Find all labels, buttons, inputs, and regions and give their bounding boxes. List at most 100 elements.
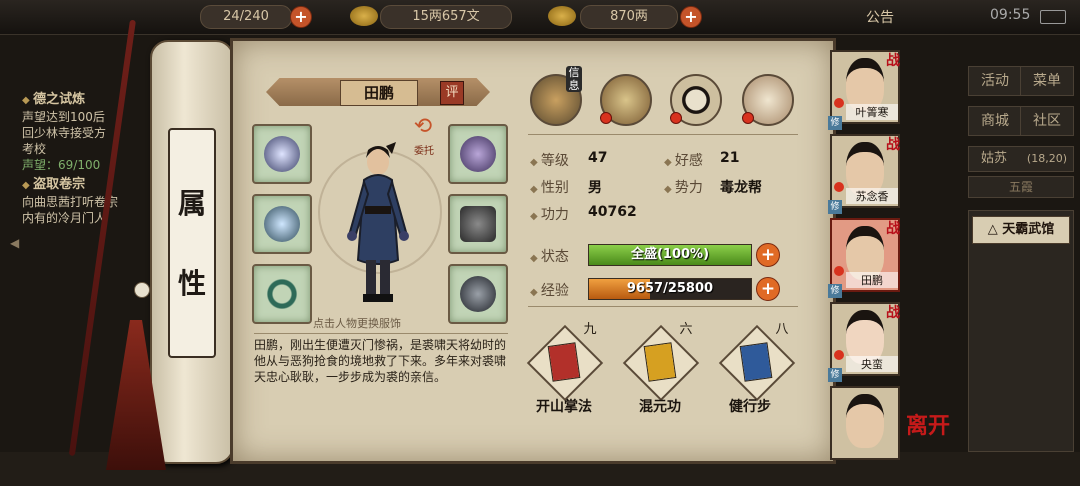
notice-button[interactable]: 公告 <box>866 7 894 27</box>
skill-level: 八 <box>775 322 789 337</box>
activity-button[interactable]: 活动 <box>968 66 1022 96</box>
shop-button[interactable]: 商城 <box>968 106 1022 136</box>
copper-value: 15两657文 <box>412 9 480 24</box>
region-display: 五霞 <box>968 176 1074 198</box>
progress-value: 69/100 <box>58 158 101 172</box>
party-name: 叶箐寒 <box>846 104 898 120</box>
notify-dot <box>742 112 754 124</box>
pendant-icon <box>460 276 496 312</box>
copper-display: 15两657文 <box>380 5 512 29</box>
silver-ingot-icon <box>548 6 576 26</box>
portrait <box>846 394 884 448</box>
top-bar <box>0 0 1080 35</box>
party-card[interactable] <box>830 386 900 460</box>
power-label: 功力 <box>530 204 569 224</box>
add-stamina-button[interactable]: + <box>290 6 312 28</box>
skill-level: 六 <box>679 322 693 337</box>
state-value: 全盛(100%) <box>630 247 710 262</box>
location-name: 姑苏 <box>981 151 1008 166</box>
notify-dot <box>834 182 844 192</box>
add-silver-button[interactable]: + <box>680 6 702 28</box>
exp-value: 9657/25800 <box>626 281 714 296</box>
favor-value: 21 <box>720 150 740 166</box>
notify-dot <box>600 112 612 124</box>
party-card[interactable]: 战 苏念香 修 <box>828 134 900 214</box>
place-panel <box>968 210 1074 452</box>
place-button[interactable]: △ 天霸武馆 <box>972 216 1070 244</box>
menu-button[interactable]: 菜单 <box>1020 66 1074 96</box>
silver-display: 870两 <box>580 5 678 29</box>
divider <box>528 306 798 307</box>
info-badge: 信息 <box>566 66 582 92</box>
kaishan-book-icon <box>547 342 581 382</box>
exp-bar: 9657/25800 <box>588 278 752 300</box>
battle-mark: 战 <box>886 137 900 153</box>
trust-icon[interactable]: ⟲ <box>408 114 438 142</box>
attribute-tab[interactable]: 属 性 <box>168 128 216 358</box>
notify-dot <box>834 98 844 108</box>
location-display: 姑苏 (18,20) <box>968 146 1074 172</box>
skill-name: 开山掌法 <box>536 399 592 415</box>
battle-mark: 战 <box>886 221 900 237</box>
quest-line: 声望达到100后 <box>22 110 105 124</box>
party-card[interactable]: 战 央蛮 修 <box>828 302 900 382</box>
character-name: 田鹏 <box>340 80 418 106</box>
community-button[interactable]: 社区 <box>1020 106 1074 136</box>
stamina-value: 24/240 <box>223 9 269 24</box>
favor-label: 好感 <box>664 150 703 170</box>
skill-level: 九 <box>583 322 597 337</box>
trust-label: 委托 <box>414 146 434 157</box>
notify-dot <box>834 350 844 360</box>
add-exp-button[interactable]: + <box>756 277 780 301</box>
level-value: 47 <box>588 150 608 166</box>
quest-line: 回少林寺接受方 <box>22 126 107 140</box>
quest-title: 盗取卷宗 <box>22 177 162 194</box>
quest-line: 考校 <box>22 142 47 156</box>
state-label: 状态 <box>530 246 569 266</box>
tab-char: 属 <box>177 187 206 220</box>
power-value: 40762 <box>588 204 637 220</box>
restore-state-button[interactable]: + <box>756 243 780 267</box>
equip-slot-gloves[interactable] <box>252 124 312 184</box>
book-cover <box>548 343 580 381</box>
rate-button[interactable]: 评 <box>440 81 464 105</box>
train-badge: 修 <box>828 116 842 130</box>
leave-button[interactable]: 离开 <box>906 408 950 440</box>
tab-char: 性 <box>177 267 206 300</box>
equip-slot-bracers[interactable] <box>252 194 312 254</box>
ring-icon <box>264 276 300 312</box>
bracers-icon <box>264 206 300 242</box>
quest-line: 内有的冷月门人 <box>22 211 107 225</box>
train-badge: 修 <box>828 368 842 382</box>
gender-value: 男 <box>588 180 602 196</box>
battle-mark: 战 <box>886 53 900 69</box>
gender-label: 性别 <box>530 177 569 197</box>
place-icon: △ <box>987 222 1003 237</box>
level-label: 等级 <box>530 150 569 170</box>
progress-label: 声望： <box>22 158 59 172</box>
location-coords: (18,20) <box>1026 152 1067 165</box>
party-name: 苏念香 <box>846 188 898 204</box>
quest-line: 向曲思茜打听卷宗 <box>22 195 119 209</box>
notify-dot <box>834 266 844 276</box>
equip-slot-belt[interactable] <box>448 124 508 184</box>
notify-dot <box>670 112 682 124</box>
place-label: 天霸武馆 <box>1002 222 1055 237</box>
hero-portrait[interactable] <box>338 140 418 305</box>
equip-slot-accessory[interactable] <box>448 264 508 324</box>
hunyuan-book-icon <box>643 342 677 382</box>
party-card[interactable]: 战 叶箐寒 修 <box>828 50 900 130</box>
quest-panel[interactable]: 德之试炼 声望达到100后 回少林寺接受方 考校 声望：69/100 盗取卷宗 … <box>22 88 162 226</box>
skill-name: 混元功 <box>639 399 681 415</box>
faction-value: 毒龙帮 <box>720 180 762 196</box>
party-card-selected[interactable]: 战 田鹏 修 <box>828 218 900 298</box>
party-name: 央蛮 <box>846 356 898 372</box>
jianxing-book-icon <box>739 342 773 382</box>
faction-label: 势力 <box>664 177 703 197</box>
clock: 09:55 <box>990 7 1031 23</box>
collapse-arrow-icon[interactable]: ◀ <box>10 236 19 250</box>
divider <box>528 134 798 135</box>
equip-slot-armor[interactable] <box>448 194 508 254</box>
dress-hint: 点击人物更换服饰 <box>313 317 401 330</box>
quest-progress: 声望：69/100 <box>22 157 162 173</box>
